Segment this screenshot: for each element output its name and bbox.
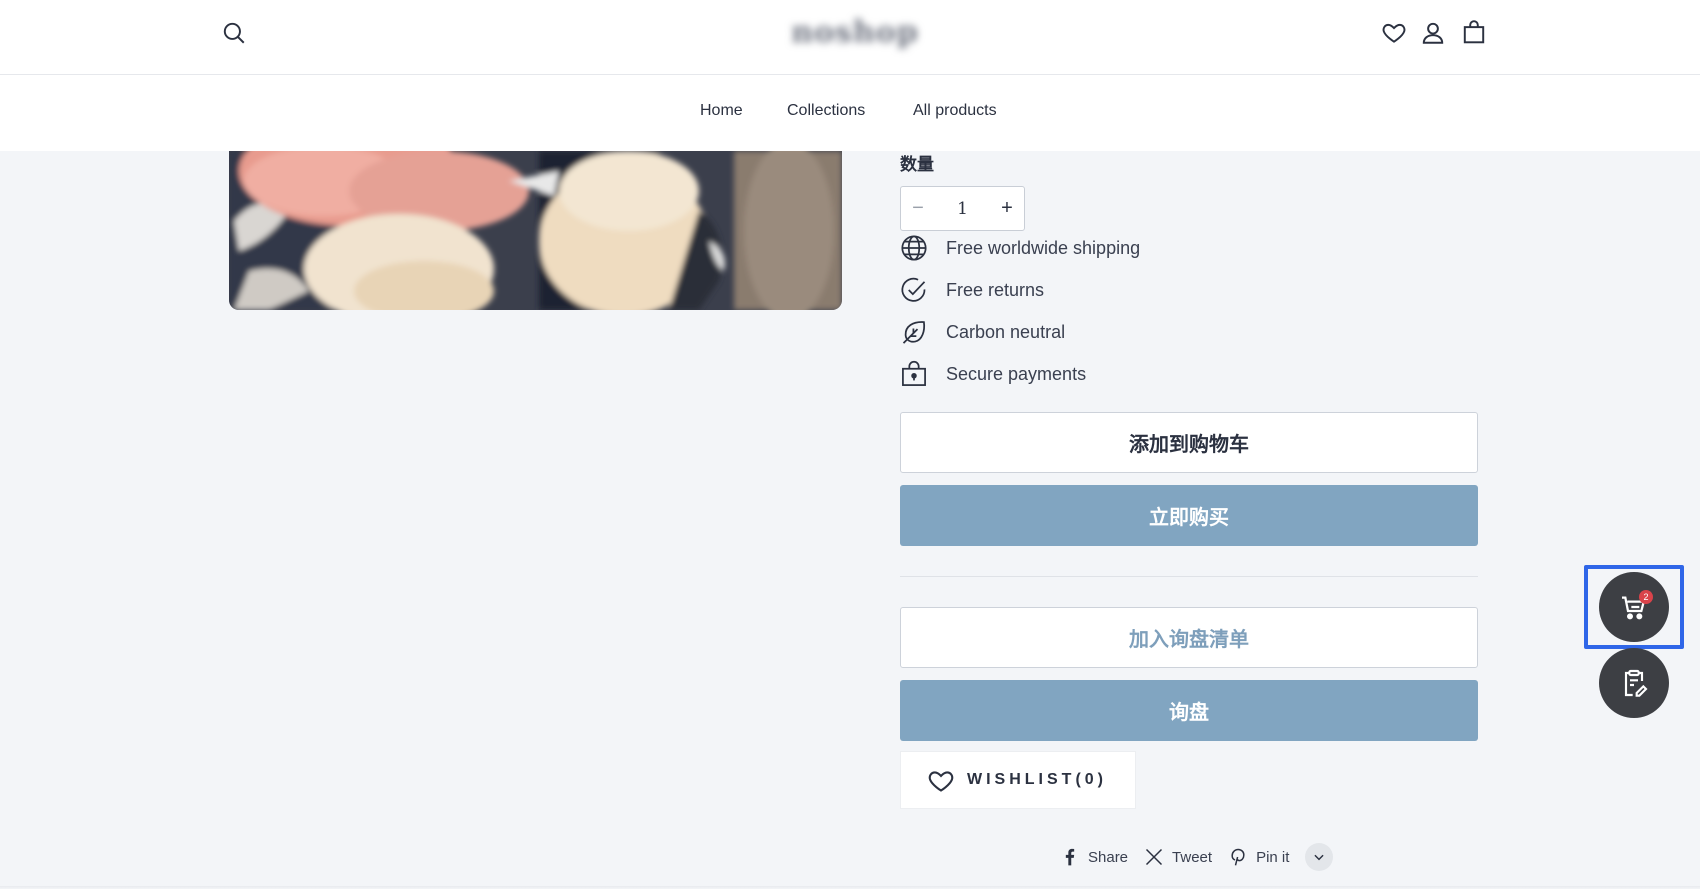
nav-collections[interactable]: Collections: [787, 102, 865, 120]
feature-payments: Secure payments: [900, 359, 1086, 389]
share-row: Share Tweet Pin it: [1060, 842, 1334, 872]
share-label: Share: [1088, 848, 1129, 866]
search-icon[interactable]: [219, 18, 249, 48]
share-tweet[interactable]: Tweet: [1144, 847, 1212, 867]
feature-label: Free returns: [946, 279, 1045, 300]
site-logo[interactable]: noshop: [790, 14, 920, 50]
pinterest-icon: [1231, 848, 1245, 866]
x-icon: [1146, 848, 1163, 866]
quantity-label: 数量: [900, 155, 934, 174]
nav-all-products[interactable]: All products: [913, 102, 997, 120]
feature-shipping: Free worldwide shipping: [900, 233, 1140, 263]
heart-icon: [928, 771, 954, 792]
wishlist-label: WISHLIST(0): [967, 771, 1107, 788]
facebook-icon: [1065, 848, 1075, 866]
leaf-icon: [902, 321, 926, 344]
share-facebook[interactable]: Share: [1060, 847, 1128, 867]
check-circle-icon: [901, 277, 926, 302]
user-icon[interactable]: [1418, 18, 1448, 48]
floating-cart-button[interactable]: 2: [1599, 572, 1669, 642]
cart-badge: 2: [1639, 590, 1653, 604]
share-pinterest[interactable]: Pin it: [1228, 847, 1289, 867]
feature-label: Secure payments: [946, 363, 1087, 384]
wishlist-button[interactable]: WISHLIST(0): [900, 751, 1136, 809]
quantity-increase-button[interactable]: +: [990, 187, 1024, 230]
quantity-value[interactable]: 1: [935, 199, 990, 219]
product-image[interactable]: [229, 151, 842, 310]
feature-returns: Free returns: [900, 275, 1044, 305]
add-to-cart-button[interactable]: 添加到购物车: [900, 412, 1478, 473]
quantity-stepper: − 1 +: [900, 186, 1025, 231]
add-inquiry-button[interactable]: 加入询盘清单: [900, 607, 1478, 668]
inquiry-button[interactable]: 询盘: [900, 680, 1478, 741]
lock-bag-icon: [902, 360, 926, 386]
feature-label: Free worldwide shipping: [946, 237, 1141, 258]
share-label: Pin it: [1256, 848, 1290, 866]
share-more-button[interactable]: [1305, 843, 1334, 871]
chevron-down-icon: [1314, 854, 1325, 861]
logo-text: noshop: [791, 14, 919, 50]
divider: [900, 576, 1478, 577]
feature-carbon: Carbon neutral: [900, 317, 1065, 347]
globe-icon: [901, 235, 927, 261]
quantity-decrease-button[interactable]: −: [901, 187, 935, 230]
buy-now-button[interactable]: 立即购买: [900, 485, 1478, 546]
bag-icon[interactable]: [1459, 17, 1489, 47]
nav-home[interactable]: Home: [700, 102, 743, 120]
site-header: noshop: [0, 0, 1700, 75]
floating-inquiry-button[interactable]: [1599, 648, 1669, 718]
feature-label: Carbon neutral: [946, 321, 1066, 342]
share-label: Tweet: [1172, 848, 1213, 866]
heart-icon[interactable]: [1379, 18, 1409, 48]
clipboard-edit-icon: [1624, 669, 1648, 697]
